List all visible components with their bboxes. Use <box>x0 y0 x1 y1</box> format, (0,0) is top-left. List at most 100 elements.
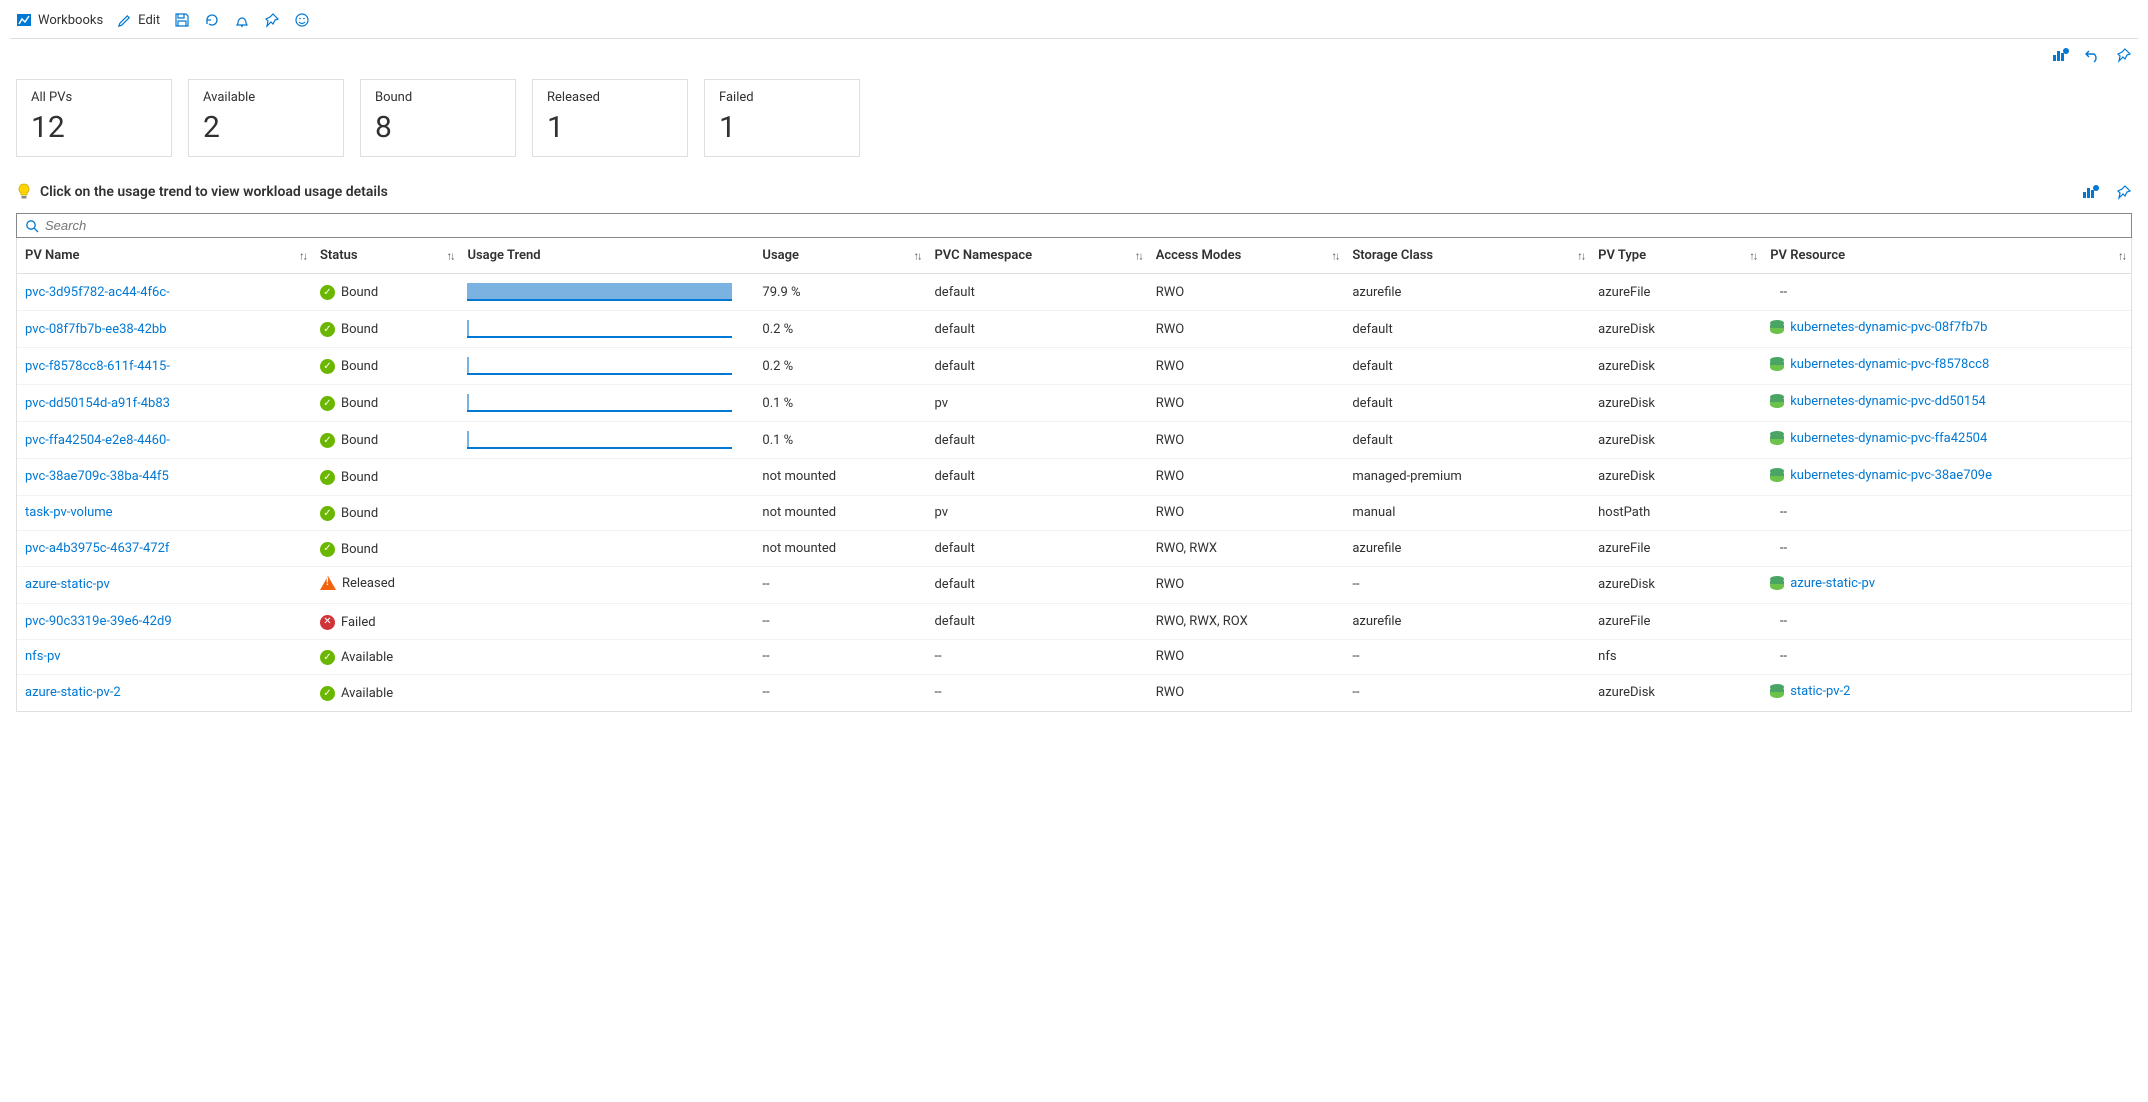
storage-class-text: azurefile <box>1344 531 1590 567</box>
status-cell: ✓ Bound <box>320 322 378 337</box>
pin-icon[interactable] <box>2116 184 2132 200</box>
col-pvc-namespace[interactable]: PVC Namespace↑↓ <box>926 238 1147 274</box>
card-available[interactable]: Available 2 <box>188 79 344 157</box>
col-pv-resource[interactable]: PV Resource↑↓ <box>1762 238 2131 274</box>
usage-text: -- <box>754 675 926 711</box>
notify-button[interactable] <box>234 12 250 28</box>
storage-class-text: default <box>1344 385 1590 422</box>
pv-type-text: azureDisk <box>1590 566 1762 604</box>
table-row: azure-static-pvReleased--defaultRWO--azu… <box>17 566 2131 604</box>
pv-resource-link[interactable]: static-pv-2 <box>1770 684 1850 699</box>
pv-resource-link[interactable]: kubernetes-dynamic-pvc-38ae709e <box>1770 468 1992 483</box>
refresh-button[interactable] <box>204 12 220 28</box>
pv-name-link[interactable]: pvc-38ae709c-38ba-44f5 <box>25 469 169 484</box>
pv-name-link[interactable]: task-pv-volume <box>25 505 113 520</box>
status-text: Available <box>341 686 393 701</box>
pv-table: PV Name↑↓ Status↑↓ Usage Trend Usage↑↓ P… <box>16 238 2132 712</box>
pv-resource-link[interactable]: kubernetes-dynamic-pvc-08f7fb7b <box>1770 320 1987 335</box>
pv-resource-link[interactable]: kubernetes-dynamic-pvc-f8578cc8 <box>1770 357 1989 372</box>
pv-name-link[interactable]: pvc-90c3319e-39e6-42d9 <box>25 614 172 629</box>
pv-name-link[interactable]: nfs-pv <box>25 649 61 664</box>
sort-icon: ↑↓ <box>1135 249 1142 262</box>
table-row: pvc-3d95f782-ac44-4f6c-✓Bound79.9 %defau… <box>17 274 2131 311</box>
pv-name-link[interactable]: azure-static-pv <box>25 577 110 592</box>
search-box[interactable] <box>16 213 2132 238</box>
pv-name-link[interactable]: pvc-dd50154d-a91f-4b83 <box>25 396 170 411</box>
check-icon: ✓ <box>320 506 335 521</box>
usage-trend-bar[interactable] <box>467 357 732 375</box>
usage-text: not mounted <box>754 495 926 531</box>
namespace-text: default <box>926 566 1147 604</box>
undo-icon[interactable] <box>2084 47 2102 63</box>
pv-resource-text: -- <box>1762 495 2131 531</box>
chart-config-icon[interactable] <box>2082 184 2100 200</box>
col-usage[interactable]: Usage↑↓ <box>754 238 926 274</box>
col-status[interactable]: Status↑↓ <box>312 238 459 274</box>
card-released[interactable]: Released 1 <box>532 79 688 157</box>
card-value: 1 <box>719 111 845 144</box>
col-pv-name[interactable]: PV Name↑↓ <box>17 238 312 274</box>
status-cell: ✓Bound <box>320 470 378 485</box>
workbooks-button[interactable]: Workbooks <box>16 12 103 28</box>
pin-icon <box>264 12 280 28</box>
col-pv-type[interactable]: PV Type↑↓ <box>1590 238 1762 274</box>
pv-resource-text: -- <box>1762 639 2131 675</box>
storage-class-text: manual <box>1344 495 1590 531</box>
usage-text: -- <box>754 639 926 675</box>
access-modes-text: RWO, RWX, ROX <box>1148 604 1345 640</box>
workbooks-icon <box>16 12 32 28</box>
pv-type-text: azureFile <box>1590 604 1762 640</box>
check-icon: ✓ <box>320 322 335 337</box>
pin-button[interactable] <box>264 12 280 28</box>
sort-icon: ↑↓ <box>913 249 920 262</box>
status-text: Bound <box>341 285 378 300</box>
sort-icon: ↑↓ <box>1331 249 1338 262</box>
check-icon: ✓ <box>320 470 335 485</box>
status-text: Bound <box>341 322 378 337</box>
pv-name-link[interactable]: pvc-ffa42504-e2e8-4460- <box>25 433 170 448</box>
card-failed[interactable]: Failed 1 <box>704 79 860 157</box>
status-cell: ✓Available <box>320 650 393 665</box>
access-modes-text: RWO <box>1148 566 1345 604</box>
col-access-modes[interactable]: Access Modes↑↓ <box>1148 238 1345 274</box>
usage-trend-bar[interactable] <box>467 320 732 338</box>
status-cell: Released <box>320 576 395 591</box>
pv-name-link[interactable]: azure-static-pv-2 <box>25 685 121 700</box>
namespace-text: default <box>926 348 1147 385</box>
card-value: 2 <box>203 111 329 144</box>
save-button[interactable] <box>174 12 190 28</box>
card-all-pvs[interactable]: All PVs 12 <box>16 79 172 157</box>
storage-class-text: -- <box>1344 675 1590 711</box>
pin-icon[interactable] <box>2116 47 2132 63</box>
pv-resource-link[interactable]: azure-static-pv <box>1770 576 1875 591</box>
pv-name-link[interactable]: pvc-3d95f782-ac44-4f6c- <box>25 285 170 300</box>
pv-resource-link[interactable]: kubernetes-dynamic-pvc-ffa42504 <box>1770 431 1987 446</box>
feedback-button[interactable] <box>294 12 310 28</box>
table-header-row: PV Name↑↓ Status↑↓ Usage Trend Usage↑↓ P… <box>17 238 2131 274</box>
namespace-text: pv <box>926 385 1147 422</box>
smile-icon <box>294 12 310 28</box>
pv-type-text: azureFile <box>1590 274 1762 311</box>
pv-resource-link[interactable]: kubernetes-dynamic-pvc-dd50154 <box>1770 394 1986 409</box>
edit-button[interactable]: Edit <box>117 13 160 28</box>
usage-trend-bar[interactable] <box>467 431 732 449</box>
table-row: pvc-ffa42504-e2e8-4460-✓Bound0.1 %defaul… <box>17 422 2131 459</box>
check-icon: ✓ <box>320 433 335 448</box>
card-value: 8 <box>375 111 501 144</box>
usage-trend-bar[interactable] <box>467 394 732 412</box>
usage-text: 0.2 % <box>754 348 926 385</box>
col-storage-class[interactable]: Storage Class↑↓ <box>1344 238 1590 274</box>
col-usage-trend[interactable]: Usage Trend <box>459 238 754 274</box>
status-cell: ✓Bound <box>320 396 378 411</box>
usage-trend-bar[interactable] <box>467 283 732 301</box>
pv-name-link[interactable]: pvc-08f7fb7b-ee38-42bb <box>25 322 167 337</box>
status-cell: ✓Available <box>320 686 393 701</box>
chart-config-icon[interactable] <box>2052 47 2070 63</box>
pv-name-link[interactable]: pvc-f8578cc8-611f-4415- <box>25 359 170 374</box>
card-bound[interactable]: Bound 8 <box>360 79 516 157</box>
search-icon <box>25 219 39 233</box>
status-text: Bound <box>341 359 378 374</box>
search-input[interactable] <box>45 218 2123 233</box>
top-toolbar: Workbooks Edit <box>10 8 2138 39</box>
pv-name-link[interactable]: pvc-a4b3975c-4637-472f <box>25 541 169 556</box>
